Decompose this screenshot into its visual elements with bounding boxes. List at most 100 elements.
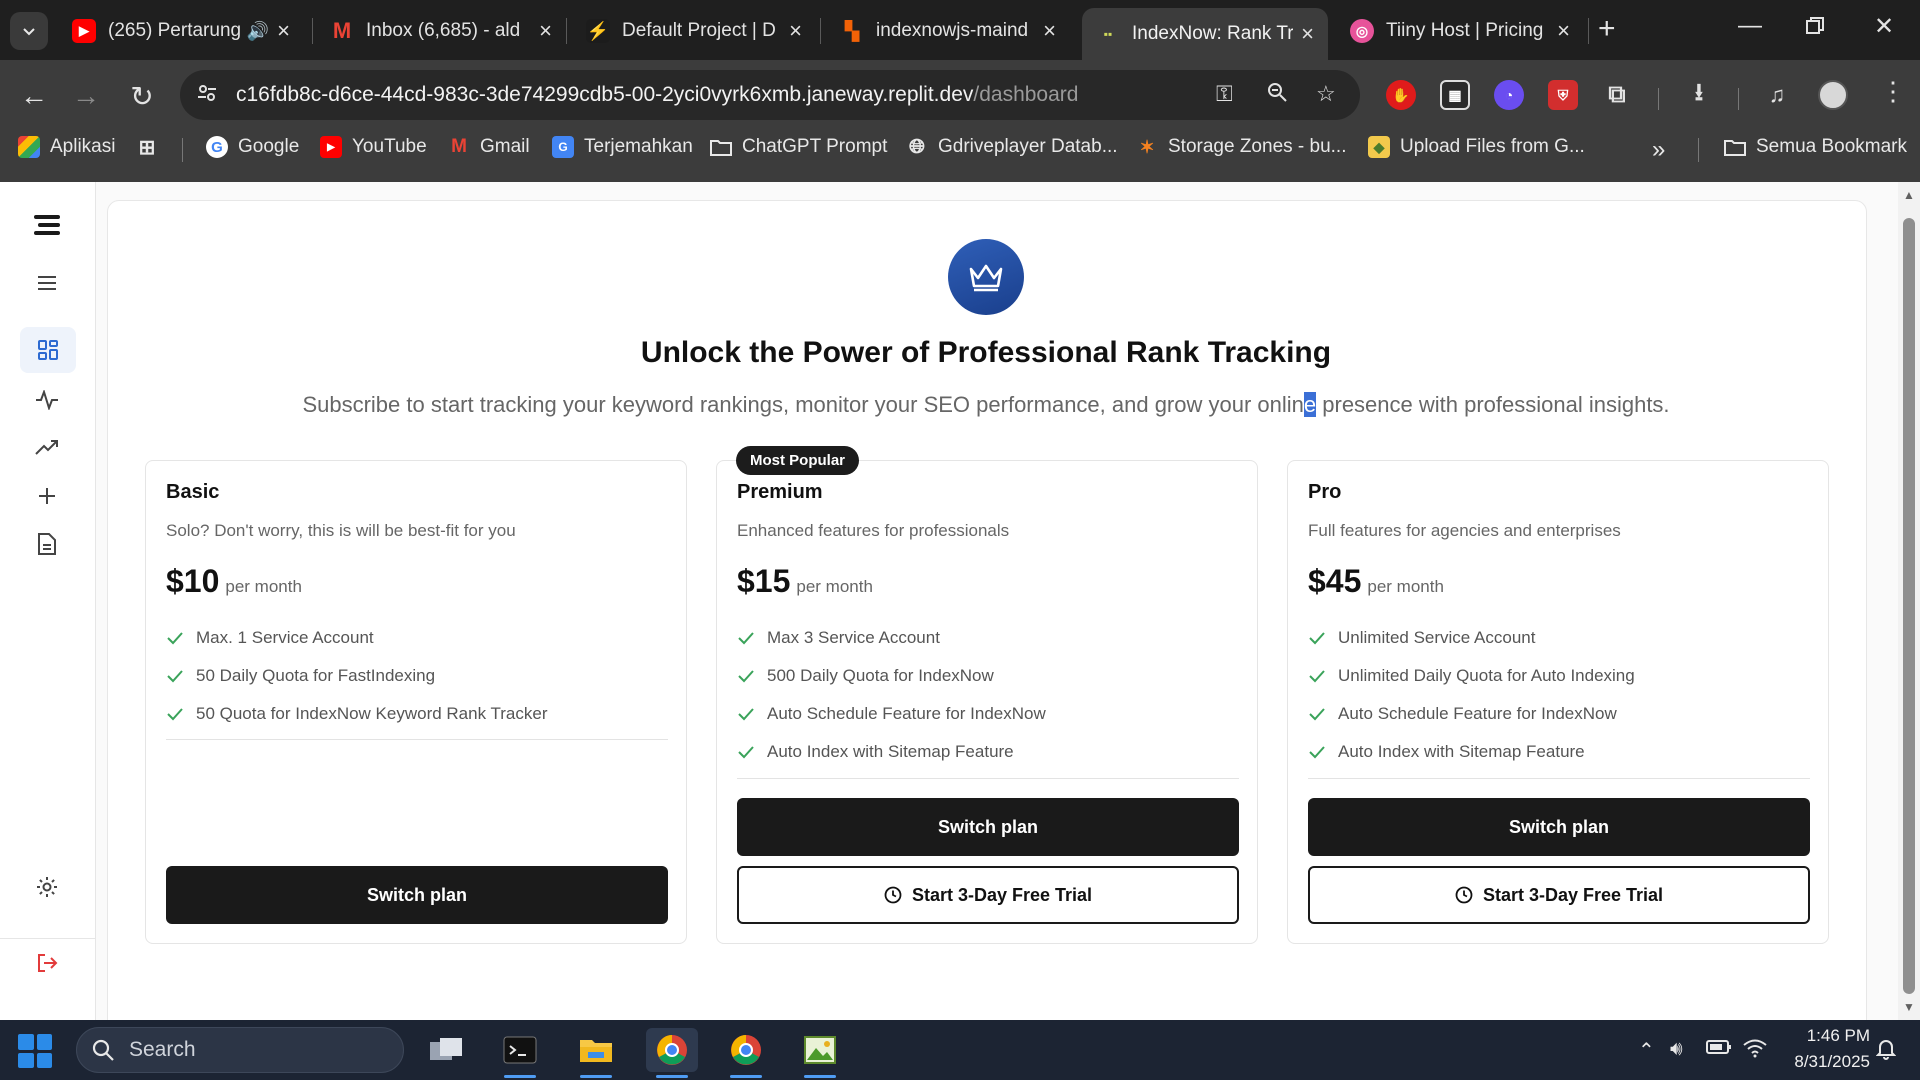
- add-icon[interactable]: [26, 475, 68, 517]
- bookmark-google[interactable]: G Google: [206, 136, 299, 158]
- password-key-icon[interactable]: ⚿: [1216, 81, 1233, 107]
- menu-toggle-icon[interactable]: [26, 262, 68, 304]
- grid-icon: ⊞: [138, 136, 156, 159]
- tab-search-button[interactable]: [10, 12, 48, 50]
- logout-icon[interactable]: [26, 942, 68, 984]
- tab-close-icon[interactable]: ×: [1301, 21, 1314, 47]
- bookmark-storage-zones[interactable]: ✶ Storage Zones - bu...: [1136, 136, 1347, 158]
- extension-shield-icon[interactable]: ⛨: [1548, 80, 1578, 110]
- switch-plan-button[interactable]: Switch plan: [737, 798, 1239, 856]
- tab-close-icon[interactable]: ×: [789, 18, 802, 44]
- settings-gear-icon[interactable]: [26, 866, 68, 908]
- tab-replit[interactable]: ▚ indexnowjs-maind ×: [826, 8, 1070, 54]
- check-icon: [1308, 743, 1326, 761]
- bookmark-chatgpt-prompt[interactable]: ChatGPT Prompt: [710, 136, 887, 158]
- tab-close-icon[interactable]: ×: [1557, 18, 1570, 44]
- browser-menu-icon[interactable]: ⋮: [1880, 76, 1906, 107]
- check-icon: [737, 705, 755, 723]
- clock-icon: [884, 886, 902, 904]
- chevron-up-icon[interactable]: ⌃: [1638, 1038, 1655, 1063]
- new-tab-icon[interactable]: +: [1598, 12, 1616, 46]
- image-editor-icon[interactable]: [794, 1028, 846, 1078]
- file-explorer-icon[interactable]: [570, 1028, 622, 1078]
- windows-taskbar: Search ⌃ 🔊︎ 1:46 PM 8/31/2025: [0, 1020, 1920, 1080]
- bookmark-label: Storage Zones - bu...: [1168, 136, 1347, 157]
- forward-icon[interactable]: →: [66, 80, 106, 112]
- wifi-icon[interactable]: [1742, 1038, 1768, 1064]
- bookmark-tab-groups[interactable]: ⊞: [136, 136, 168, 159]
- globe-icon: 🌐︎: [909, 135, 925, 158]
- battery-icon[interactable]: [1706, 1038, 1732, 1062]
- cube-icon: ◆: [1368, 136, 1390, 158]
- minimize-icon[interactable]: —: [1738, 12, 1762, 40]
- tab-supabase[interactable]: ⚡ Default Project | D ×: [572, 8, 816, 54]
- restore-icon[interactable]: [1806, 14, 1824, 42]
- chrome-icon[interactable]: [720, 1028, 772, 1078]
- switch-plan-button[interactable]: Switch plan: [1308, 798, 1810, 856]
- feature-text: Unlimited Service Account: [1338, 628, 1536, 647]
- scroll-up-icon[interactable]: ▲: [1903, 188, 1915, 202]
- tab-close-icon[interactable]: ×: [1043, 18, 1056, 44]
- chrome-profile-icon[interactable]: [646, 1028, 698, 1078]
- tab-separator: [312, 18, 313, 44]
- speaker-icon[interactable]: 🔊: [247, 21, 269, 42]
- tab-close-icon[interactable]: ×: [539, 18, 552, 44]
- tab-youtube[interactable]: ▶ (265) Pertarung 🔊 ×: [58, 8, 304, 54]
- taskbar-search-box[interactable]: Search: [76, 1027, 404, 1073]
- page-scrollbar[interactable]: ▲ ▼: [1898, 182, 1920, 1020]
- bookmark-terjemahkan[interactable]: G Terjemahkan: [552, 136, 693, 158]
- tab-tiiny-host[interactable]: ◎ Tiiny Host | Pricing ×: [1336, 8, 1584, 54]
- free-trial-button[interactable]: Start 3-Day Free Trial: [1308, 866, 1810, 924]
- volume-icon[interactable]: 🔊︎: [1670, 1038, 1683, 1061]
- replit-icon: ▚: [845, 20, 859, 41]
- zoom-icon[interactable]: [1266, 81, 1288, 109]
- price-amount: $10: [166, 563, 220, 599]
- media-control-icon[interactable]: ♫: [1762, 80, 1792, 110]
- extension-adblock-icon[interactable]: ✋: [1386, 80, 1416, 110]
- notification-bell-icon[interactable]: [1875, 1038, 1897, 1066]
- feature-text: Unlimited Daily Quota for Auto Indexing: [1338, 666, 1635, 685]
- switch-plan-button[interactable]: Switch plan: [166, 866, 668, 924]
- scroll-down-icon[interactable]: ▼: [1903, 1000, 1915, 1014]
- taskbar-time[interactable]: 1:46 PM: [1790, 1026, 1870, 1046]
- check-icon: [737, 629, 755, 647]
- profile-avatar[interactable]: [1818, 80, 1848, 110]
- tab-separator: [566, 18, 567, 44]
- bookmark-gmail[interactable]: M Gmail: [448, 136, 530, 158]
- extensions-puzzle-icon[interactable]: ⧉: [1602, 80, 1632, 110]
- terminal-icon[interactable]: [494, 1028, 546, 1078]
- address-bar[interactable]: c16fdb8c-d6ce-44cd-983c-3de74299cdb5-00-…: [180, 70, 1360, 120]
- url-text[interactable]: c16fdb8c-d6ce-44cd-983c-3de74299cdb5-00-…: [236, 83, 1078, 107]
- running-indicator: [580, 1075, 612, 1078]
- site-info-icon[interactable]: [196, 82, 218, 110]
- reload-icon[interactable]: ↻: [122, 80, 162, 113]
- app-sidebar: [0, 182, 96, 1020]
- free-trial-button[interactable]: Start 3-Day Free Trial: [737, 866, 1239, 924]
- extension-timer-icon[interactable]: ◔: [1494, 80, 1524, 110]
- search-icon: [91, 1038, 115, 1062]
- bookmark-gdriveplayer[interactable]: 🌐︎ Gdriveplayer Datab...: [906, 136, 1118, 158]
- bookmark-upload-files[interactable]: ◆ Upload Files from G...: [1368, 136, 1585, 158]
- logo-icon[interactable]: [26, 204, 68, 246]
- bookmark-star-icon[interactable]: ☆: [1316, 81, 1336, 107]
- extension-qr-icon[interactable]: ▦: [1440, 80, 1470, 110]
- crown-icon: [948, 239, 1024, 315]
- scroll-thumb[interactable]: [1903, 218, 1915, 994]
- back-icon[interactable]: ←: [14, 80, 54, 112]
- feature-item: Auto Index with Sitemap Feature: [737, 733, 1046, 771]
- download-icon[interactable]: ⭳: [1684, 79, 1714, 110]
- translate-icon: G: [552, 136, 574, 158]
- windows-start-icon[interactable]: [18, 1034, 52, 1068]
- task-view-icon[interactable]: [420, 1028, 472, 1072]
- bookmark-aplikasi[interactable]: Aplikasi: [18, 136, 115, 158]
- tab-close-icon[interactable]: ×: [277, 18, 290, 44]
- trending-up-icon[interactable]: [26, 427, 68, 469]
- taskbar-date[interactable]: 8/31/2025: [1770, 1052, 1870, 1072]
- bookmark-youtube[interactable]: ▶ YouTube: [320, 136, 427, 158]
- bookmark-all-bookmarks[interactable]: Semua Bookmark: [1724, 136, 1907, 158]
- tab-gmail[interactable]: M Inbox (6,685) - ald ×: [316, 8, 566, 54]
- more-bookmarks-icon[interactable]: »: [1652, 136, 1665, 164]
- document-icon[interactable]: [26, 523, 68, 565]
- close-window-icon[interactable]: ✕: [1874, 12, 1894, 41]
- tab-indexnow[interactable]: ▪▪ IndexNow: Rank Tr ×: [1082, 8, 1328, 60]
